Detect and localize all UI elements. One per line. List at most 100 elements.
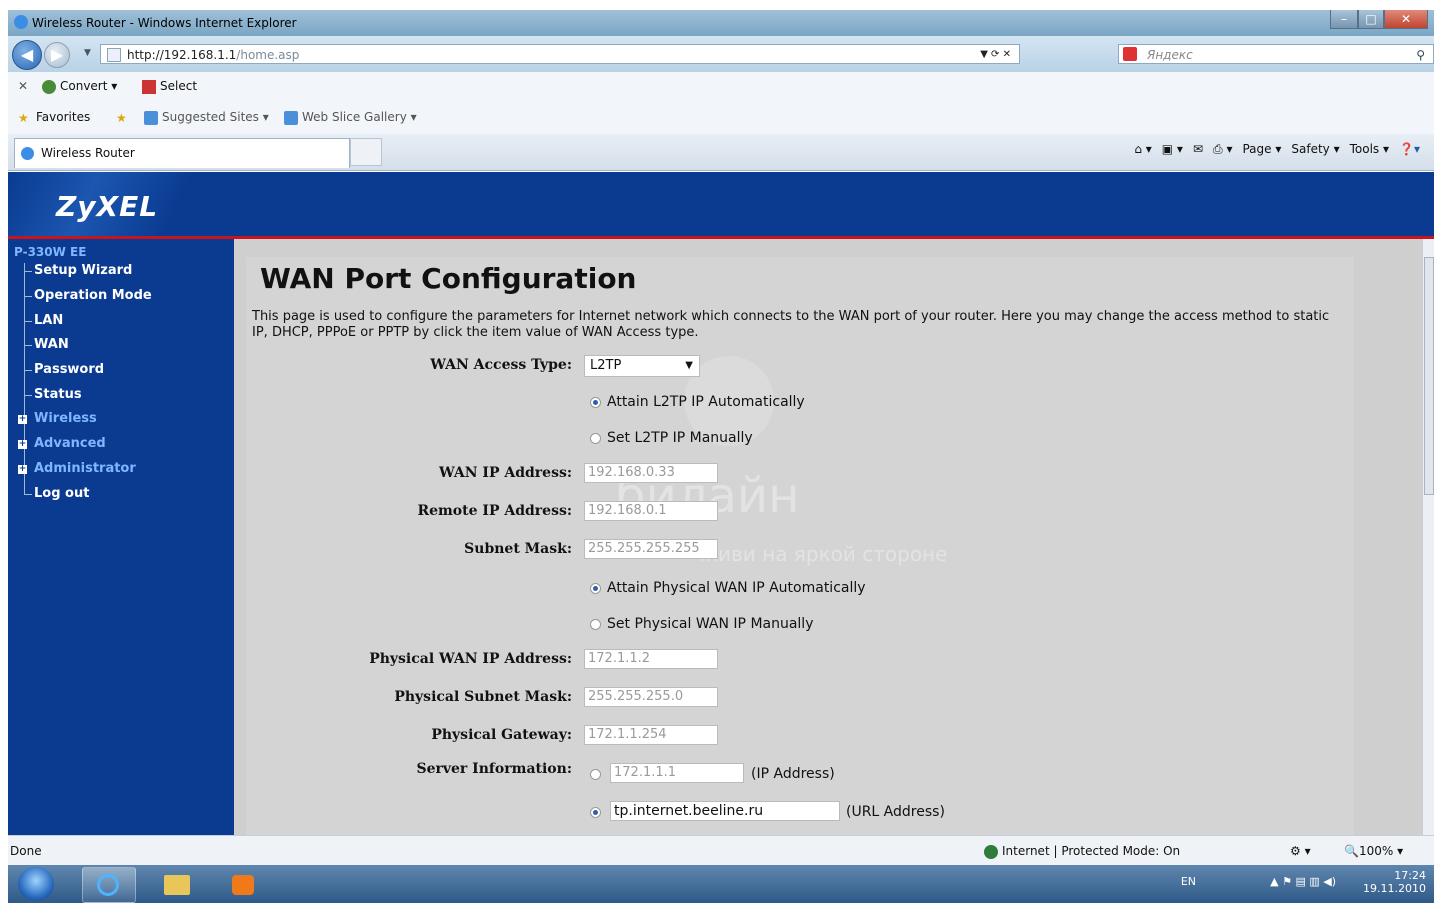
tree-tick bbox=[24, 494, 32, 495]
status-text: Done bbox=[10, 844, 42, 858]
mail-icon[interactable]: ✉ bbox=[1193, 142, 1203, 157]
tree-tick bbox=[24, 271, 32, 272]
protected-mode-icon[interactable]: ⚙ ▾ bbox=[1290, 844, 1311, 858]
tray-icons[interactable]: ▲ ⚑ ▤ ▥ ◀) bbox=[1270, 875, 1336, 888]
taskbar-ie-button[interactable] bbox=[82, 867, 136, 903]
tab-wireless-router[interactable]: Wireless Router bbox=[14, 138, 350, 168]
sidebar-item-setup-wizard[interactable]: Setup Wizard bbox=[34, 263, 132, 278]
favorites-button[interactable]: ★ Favorites bbox=[18, 110, 90, 125]
l2tp-auto-label: Attain L2TP IP Automatically bbox=[607, 394, 805, 410]
expand-icon[interactable]: + bbox=[18, 415, 27, 424]
physical-manual-label: Set Physical WAN IP Manually bbox=[607, 616, 814, 632]
tree-tick bbox=[24, 321, 32, 322]
tab-label: Wireless Router bbox=[41, 146, 135, 160]
new-tab-button[interactable] bbox=[350, 138, 382, 166]
search-input[interactable]: Яндекс ⚲ bbox=[1118, 44, 1434, 64]
start-button[interactable] bbox=[8, 865, 64, 903]
home-icon[interactable]: ⌂ ▾ bbox=[1134, 142, 1151, 157]
tools-menu-label: Tools bbox=[1349, 142, 1380, 156]
ie-page-icon bbox=[284, 110, 298, 125]
physical-auto-label: Attain Physical WAN IP Automatically bbox=[607, 580, 866, 596]
zyxel-logo: ZyXEL bbox=[56, 190, 159, 223]
taskbar-explorer-button[interactable] bbox=[150, 867, 202, 901]
back-button[interactable]: ◀ bbox=[12, 40, 42, 70]
status-bar: Done Internet | Protected Mode: On ⚙ ▾ 🔍… bbox=[8, 835, 1434, 866]
l2tp-manual-label: Set L2TP IP Manually bbox=[607, 430, 753, 446]
server-ip-radio[interactable] bbox=[590, 769, 601, 780]
wan-access-type-select[interactable]: L2TP ▼ bbox=[584, 355, 700, 377]
url-input[interactable]: http://192.168.1.1/home.asp ▼ ⟳ ✕ bbox=[100, 44, 1020, 64]
favorites-bar: ★ Favorites ★ Suggested Sites ▾ Web Slice… bbox=[8, 102, 1434, 135]
zoom-control[interactable]: 🔍100% ▾ bbox=[1344, 844, 1403, 858]
search-placeholder: Яндекс bbox=[1147, 48, 1193, 62]
url-path: /home.asp bbox=[236, 48, 300, 62]
minimize-button[interactable]: – bbox=[1330, 10, 1358, 29]
history-dropdown-icon[interactable]: ▼ bbox=[84, 48, 91, 58]
remote-ip-input[interactable]: 192.168.0.1 bbox=[584, 501, 718, 521]
select-button[interactable]: Select bbox=[142, 79, 197, 94]
url-dropdown-icon[interactable]: ▼ ⟳ ✕ bbox=[980, 45, 1011, 65]
expand-icon[interactable]: + bbox=[18, 465, 27, 474]
vertical-scrollbar[interactable] bbox=[1422, 239, 1434, 835]
star-icon: ★ bbox=[18, 110, 29, 125]
wan-access-type-label: WAN Access Type: bbox=[430, 357, 572, 373]
tools-menu[interactable]: Tools ▾ bbox=[1350, 142, 1389, 157]
address-bar: ◀ ▶ ▼ http://192.168.1.1/home.asp ▼ ⟳ ✕ … bbox=[8, 36, 1434, 72]
physical-auto-radio[interactable] bbox=[590, 583, 601, 594]
sidebar-item-administrator[interactable]: Administrator bbox=[34, 461, 136, 476]
physical-wan-ip-input[interactable]: 172.1.1.2 bbox=[584, 649, 718, 669]
physical-manual-radio[interactable] bbox=[590, 619, 601, 630]
zoom-label: 100% bbox=[1358, 844, 1394, 858]
wan-ip-input[interactable]: 192.168.0.33 bbox=[584, 463, 718, 483]
help-icon[interactable]: ❓▾ bbox=[1399, 142, 1420, 157]
clock-date[interactable]: 19.11.2010 bbox=[1363, 882, 1426, 895]
taskbar-media-button[interactable] bbox=[218, 867, 270, 901]
search-icon[interactable]: ⚲ bbox=[1416, 45, 1425, 65]
add-favorite-button[interactable]: ★ bbox=[116, 110, 134, 125]
windows-taskbar: EN ▲ ⚑ ▤ ▥ ◀) 17:24 19.11.2010 bbox=[8, 865, 1434, 903]
web-slice-link[interactable]: Web Slice Gallery ▾ bbox=[284, 110, 417, 125]
sidebar-item-advanced[interactable]: Advanced bbox=[34, 436, 106, 451]
sidebar-item-logout[interactable]: Log out bbox=[34, 486, 89, 501]
l2tp-manual-radio[interactable] bbox=[590, 433, 601, 444]
physical-subnet-input[interactable]: 255.255.255.0 bbox=[584, 687, 718, 707]
scrollbar-thumb[interactable] bbox=[1424, 257, 1434, 495]
page-icon bbox=[107, 48, 121, 62]
watermark-slogan: живи на яркой стороне bbox=[700, 542, 948, 566]
l2tp-auto-radio[interactable] bbox=[590, 397, 601, 408]
physical-gateway-input[interactable]: 172.1.1.254 bbox=[584, 725, 718, 745]
safety-menu[interactable]: Safety ▾ bbox=[1291, 142, 1339, 157]
tree-tick bbox=[24, 370, 32, 371]
add-favorite-icon: ★ bbox=[116, 110, 127, 125]
sidebar-item-lan[interactable]: LAN bbox=[34, 313, 63, 328]
sidebar-item-operation-mode[interactable]: Operation Mode bbox=[34, 288, 152, 303]
select-icon bbox=[142, 79, 156, 94]
sidebar-item-status[interactable]: Status bbox=[34, 387, 82, 402]
subnet-mask-input[interactable]: 255.255.255.255 bbox=[584, 539, 718, 559]
security-zone[interactable]: Internet | Protected Mode: On bbox=[984, 844, 1180, 859]
server-url-input[interactable]: tp.internet.beeline.ru bbox=[610, 801, 840, 821]
router-sidebar: P-330W EE Setup Wizard Operation Mode LA… bbox=[8, 239, 234, 835]
sidebar-item-wireless[interactable]: Wireless bbox=[34, 411, 97, 426]
feeds-icon[interactable]: ▣ ▾ bbox=[1162, 142, 1183, 157]
sidebar-item-password[interactable]: Password bbox=[34, 362, 104, 377]
server-url-radio[interactable] bbox=[590, 807, 601, 818]
print-icon[interactable]: ⎙ ▾ bbox=[1213, 142, 1232, 157]
close-toolbar-icon[interactable]: ✕ bbox=[18, 79, 28, 93]
ie-page-icon bbox=[144, 110, 158, 125]
clock-time[interactable]: 17:24 bbox=[1363, 869, 1426, 882]
convert-button[interactable]: Convert ▾ bbox=[42, 79, 117, 94]
server-info-label: Server Information: bbox=[416, 761, 572, 777]
page-menu[interactable]: Page ▾ bbox=[1242, 142, 1281, 157]
ie-tab-icon bbox=[21, 147, 34, 160]
expand-icon[interactable]: + bbox=[18, 440, 27, 449]
suggested-sites-link[interactable]: Suggested Sites ▾ bbox=[144, 110, 269, 125]
language-indicator[interactable]: EN bbox=[1181, 875, 1196, 888]
convert-icon bbox=[42, 79, 56, 94]
forward-button[interactable]: ▶ bbox=[44, 42, 70, 68]
sidebar-item-wan[interactable]: WAN bbox=[34, 337, 69, 352]
router-header: ZyXEL bbox=[8, 172, 1434, 239]
maximize-button[interactable]: □ bbox=[1358, 10, 1384, 29]
close-button[interactable]: ✕ bbox=[1384, 10, 1428, 29]
server-ip-input[interactable]: 172.1.1.1 bbox=[610, 763, 744, 783]
